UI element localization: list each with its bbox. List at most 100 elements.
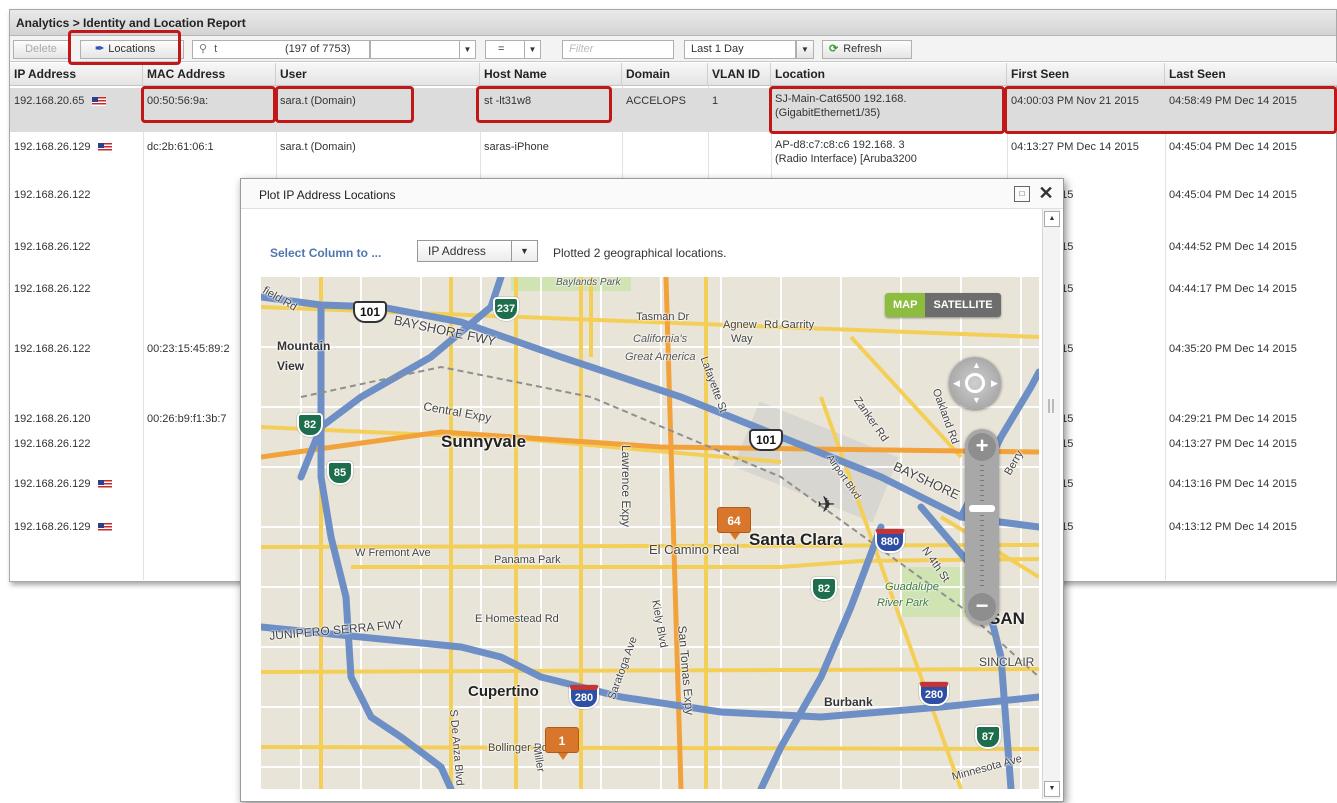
cell-last: 04:13:12 PM Dec 14 2015	[1165, 520, 1297, 534]
cell-last-text: 04:44:17 PM Dec 14 2015	[1169, 283, 1297, 295]
cell-last: 04:35:20 PM Dec 14 2015	[1165, 342, 1297, 356]
cell-last: 04:44:17 PM Dec 14 2015	[1165, 282, 1297, 296]
place-cupertino: Cupertino	[468, 683, 539, 700]
col-first-seen[interactable]: First Seen	[1007, 63, 1165, 86]
delete-button[interactable]: Delete	[13, 40, 69, 59]
map-view[interactable]: ✈ Mountain View Sunnyvale Santa Clara Cu…	[261, 277, 1039, 789]
cell-last: 04:45:04 PM Dec 14 2015	[1165, 140, 1297, 154]
dialog-scrollbar[interactable]: ▲ ▼	[1042, 209, 1060, 799]
filter-input[interactable]: Filter	[562, 40, 674, 59]
place-californias: California's	[633, 333, 688, 345]
location-marker-1[interactable]: 1	[545, 727, 579, 760]
scroll-down-icon[interactable]: ▼	[1044, 781, 1060, 797]
us-flag-icon	[98, 522, 113, 532]
zoom-slider-thumb[interactable]	[969, 505, 995, 512]
us-flag-icon	[98, 479, 113, 489]
col-user[interactable]: User	[276, 63, 480, 86]
column-dropdown[interactable]: IP Address ▼	[417, 240, 538, 262]
maximize-icon[interactable]: □	[1014, 186, 1030, 202]
column-select[interactable]: ▼	[370, 40, 476, 59]
map-type-map-button[interactable]: MAP	[885, 293, 926, 317]
cell-last-text: 04:44:52 PM Dec 14 2015	[1169, 241, 1297, 253]
cell-last-text: 04:13:16 PM Dec 14 2015	[1169, 478, 1297, 490]
zoom-in-icon[interactable]: +	[968, 433, 996, 461]
pan-down-icon[interactable]: ▼	[972, 395, 981, 405]
cell-first-text: 04:13:27 PM Dec 14 2015	[1011, 141, 1139, 153]
cell-last-text: 04:45:04 PM Dec 14 2015	[1169, 189, 1297, 201]
cell-host: st -lt31w8	[480, 94, 531, 108]
map-type-satellite-button[interactable]: SATELLITE	[925, 293, 1001, 317]
cell-mac: 00:50:56:9a:	[143, 94, 208, 108]
cell-ip-text: 192.168.26.129	[14, 141, 91, 153]
cell-last: 04:44:52 PM Dec 14 2015	[1165, 240, 1297, 254]
pan-up-icon[interactable]: ▲	[972, 360, 981, 370]
close-icon[interactable]: ✕	[1038, 184, 1054, 202]
road-panama: Panama Park	[494, 554, 561, 566]
col-ip-address[interactable]: IP Address	[10, 63, 143, 86]
cell-first-text: 04:00:03 PM Nov 21 2015	[1011, 95, 1139, 107]
table-row[interactable]: 192.168.20.65 00:50:56:9a: sara.t (Domain)…	[10, 88, 1337, 132]
cell-location: AP-d8:c7:c8:c6 192.168. 3 (Radio Interfac…	[771, 138, 917, 166]
cell-domain: ACCELOPS	[622, 94, 686, 108]
pan-control[interactable]: ▲ ▼ ◀ ▶	[949, 357, 1001, 409]
col-location[interactable]: Location	[771, 63, 1007, 86]
col-vlan-id[interactable]: VLAN ID	[708, 63, 771, 86]
cell-ip: 192.168.26.129	[10, 140, 113, 154]
svg-text:✈: ✈	[817, 492, 835, 517]
place-garrity: Rd Garrity	[764, 319, 815, 331]
cell-ip: 192.168.26.122	[10, 342, 90, 356]
ca-87-shield: 87	[975, 725, 1001, 749]
road-w-fremont: W Fremont Ave	[355, 547, 431, 559]
location-marker-64[interactable]: 64	[717, 507, 751, 540]
cell-ip-text: 192.168.26.122	[14, 343, 91, 355]
time-range-dropdown[interactable]: ▼	[796, 40, 814, 59]
place-burbank: Burbank	[824, 695, 873, 709]
refresh-icon: ⟳	[829, 43, 839, 55]
refresh-button[interactable]: ⟳ Refresh	[822, 40, 912, 59]
cell-user: sara.t (Domain)	[276, 94, 356, 108]
cell-ip-text: 192.168.26.122	[14, 438, 91, 450]
cell-vlan: 1	[708, 94, 718, 108]
cell-mac-text: 00:26:b9:f1:3b:7	[147, 413, 227, 425]
pan-center-icon[interactable]	[965, 373, 985, 393]
place-way: Way	[731, 333, 753, 345]
place-agnew: Agnew	[723, 319, 757, 331]
pan-left-icon[interactable]: ◀	[953, 378, 960, 389]
cell-last-text: 04:45:04 PM Dec 14 2015	[1169, 141, 1297, 153]
cell-last: 04:13:27 PM Dec 14 2015	[1165, 437, 1297, 451]
col-domain[interactable]: Domain	[622, 63, 708, 86]
scroll-grip[interactable]	[1048, 399, 1054, 413]
col-last-seen[interactable]: Last Seen	[1165, 63, 1337, 86]
cell-ip-text: 192.168.26.122	[14, 283, 91, 295]
zoom-out-icon[interactable]: −	[968, 593, 996, 621]
cell-ip-text: 192.168.26.122	[14, 241, 91, 253]
table-row[interactable]: 192.168.26.129 dc:2b:61:06:1 sara.t (Domai…	[10, 134, 1337, 178]
scroll-up-icon[interactable]: ▲	[1044, 211, 1060, 227]
zoom-track[interactable]	[980, 465, 984, 589]
cell-location-text: AP-d8:c7:c8:c6 192.168. 3	[775, 139, 905, 151]
cell-user-text: sara.t (Domain)	[280, 95, 356, 107]
place-baylands: Baylands Park	[556, 277, 621, 288]
pan-right-icon[interactable]: ▶	[991, 378, 998, 389]
place-great-america: Great America	[625, 351, 696, 363]
pin-icon: ✒	[95, 43, 105, 55]
locations-button[interactable]: ✒ Locations	[80, 40, 184, 59]
cell-user-text: sara.t (Domain)	[280, 141, 356, 153]
search-field[interactable]: ⚲ t (197 of 7753)	[192, 40, 370, 59]
ca-82-shield: 82	[811, 577, 837, 601]
operator-select[interactable]: = ▼	[485, 40, 541, 59]
search-value: t	[214, 43, 218, 55]
time-range-select[interactable]: Last 1 Day	[684, 40, 796, 59]
cell-ip-text: 192.168.26.120	[14, 413, 91, 425]
operator-value: =	[498, 43, 505, 55]
col-mac-address[interactable]: MAC Address	[143, 63, 276, 86]
ca-82-shield: 82	[297, 413, 323, 437]
cell-host: saras-iPhone	[480, 140, 549, 154]
zoom-control: + −	[965, 429, 999, 625]
cell-mac: dc:2b:61:06:1	[143, 140, 214, 154]
cell-last-text: 04:58:49 PM Dec 14 2015	[1169, 95, 1297, 107]
col-host-name[interactable]: Host Name	[480, 63, 622, 86]
cell-host-text: st -lt31w8	[484, 95, 532, 107]
place-view: View	[277, 359, 305, 373]
ca-85-shield: 85	[327, 461, 353, 485]
